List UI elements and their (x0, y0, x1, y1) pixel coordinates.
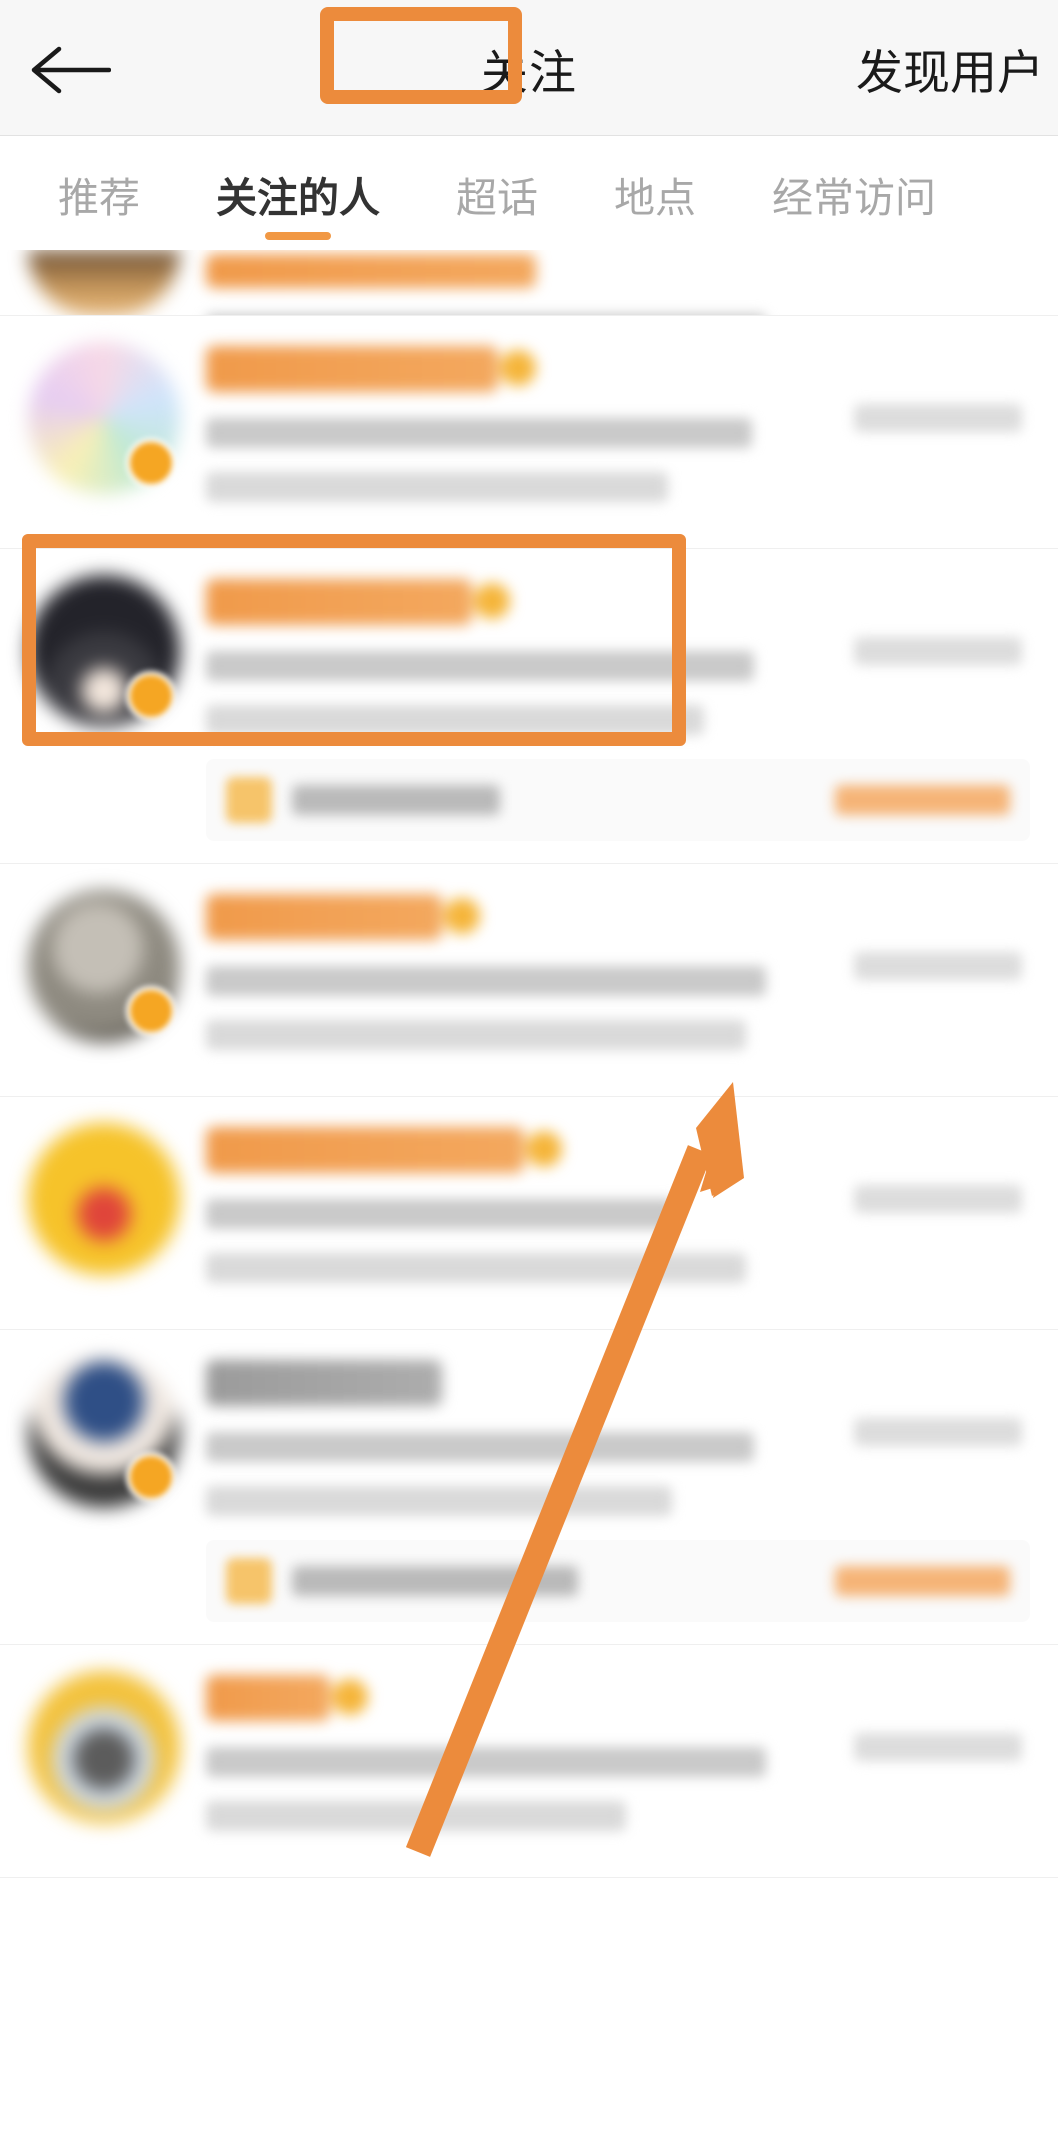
list-item[interactable] (0, 864, 1058, 1097)
follow-time (854, 952, 1022, 980)
sub-card-action[interactable] (835, 1566, 1010, 1596)
tab-label: 推荐 (58, 175, 140, 221)
user-list (0, 250, 1058, 1878)
list-item[interactable] (0, 1330, 1058, 1645)
sub-card-icon (226, 1558, 272, 1604)
sub-card-icon (226, 777, 272, 823)
sub-card[interactable] (206, 759, 1030, 841)
verified-badge (126, 1452, 176, 1502)
follow-time (854, 1185, 1022, 1213)
avatar (28, 1123, 180, 1275)
verified-badge (126, 671, 176, 721)
tab-label: 经常访问 (772, 175, 936, 221)
follow-time (854, 1418, 1022, 1446)
verified-badge (126, 986, 176, 1036)
follow-time (854, 404, 1022, 432)
follow-time (854, 1733, 1022, 1761)
list-item[interactable] (0, 1645, 1058, 1878)
verified-badge (126, 438, 176, 488)
list-item[interactable] (0, 250, 1058, 316)
tab-label: 关注的人 (216, 175, 380, 221)
tab-label: 地点 (614, 175, 696, 221)
tab-frequent-visits[interactable]: 经常访问 (772, 136, 936, 224)
app-screen: 关注 发现用户 推荐 关注的人 超话 地点 经常访问 (0, 0, 1058, 2149)
sub-card-action[interactable] (835, 785, 1010, 815)
tab-supertopic[interactable]: 超话 (456, 136, 538, 224)
list-item[interactable] (0, 316, 1058, 549)
tab-place[interactable]: 地点 (614, 136, 696, 224)
sub-card[interactable] (206, 1540, 1030, 1622)
active-tab-indicator (265, 232, 331, 240)
list-item[interactable] (0, 1097, 1058, 1330)
follow-time (854, 637, 1022, 665)
tab-following-people[interactable]: 关注的人 (216, 136, 380, 240)
list-item[interactable] (0, 549, 1058, 864)
avatar (28, 250, 180, 315)
tab-bar: 推荐 关注的人 超话 地点 经常访问 (0, 136, 1058, 258)
discover-users-link[interactable]: 发现用户 (856, 0, 1048, 136)
app-header: 关注 发现用户 (0, 0, 1058, 136)
tab-label: 超话 (456, 175, 538, 221)
avatar (28, 1671, 180, 1823)
tab-recommend[interactable]: 推荐 (58, 136, 140, 224)
